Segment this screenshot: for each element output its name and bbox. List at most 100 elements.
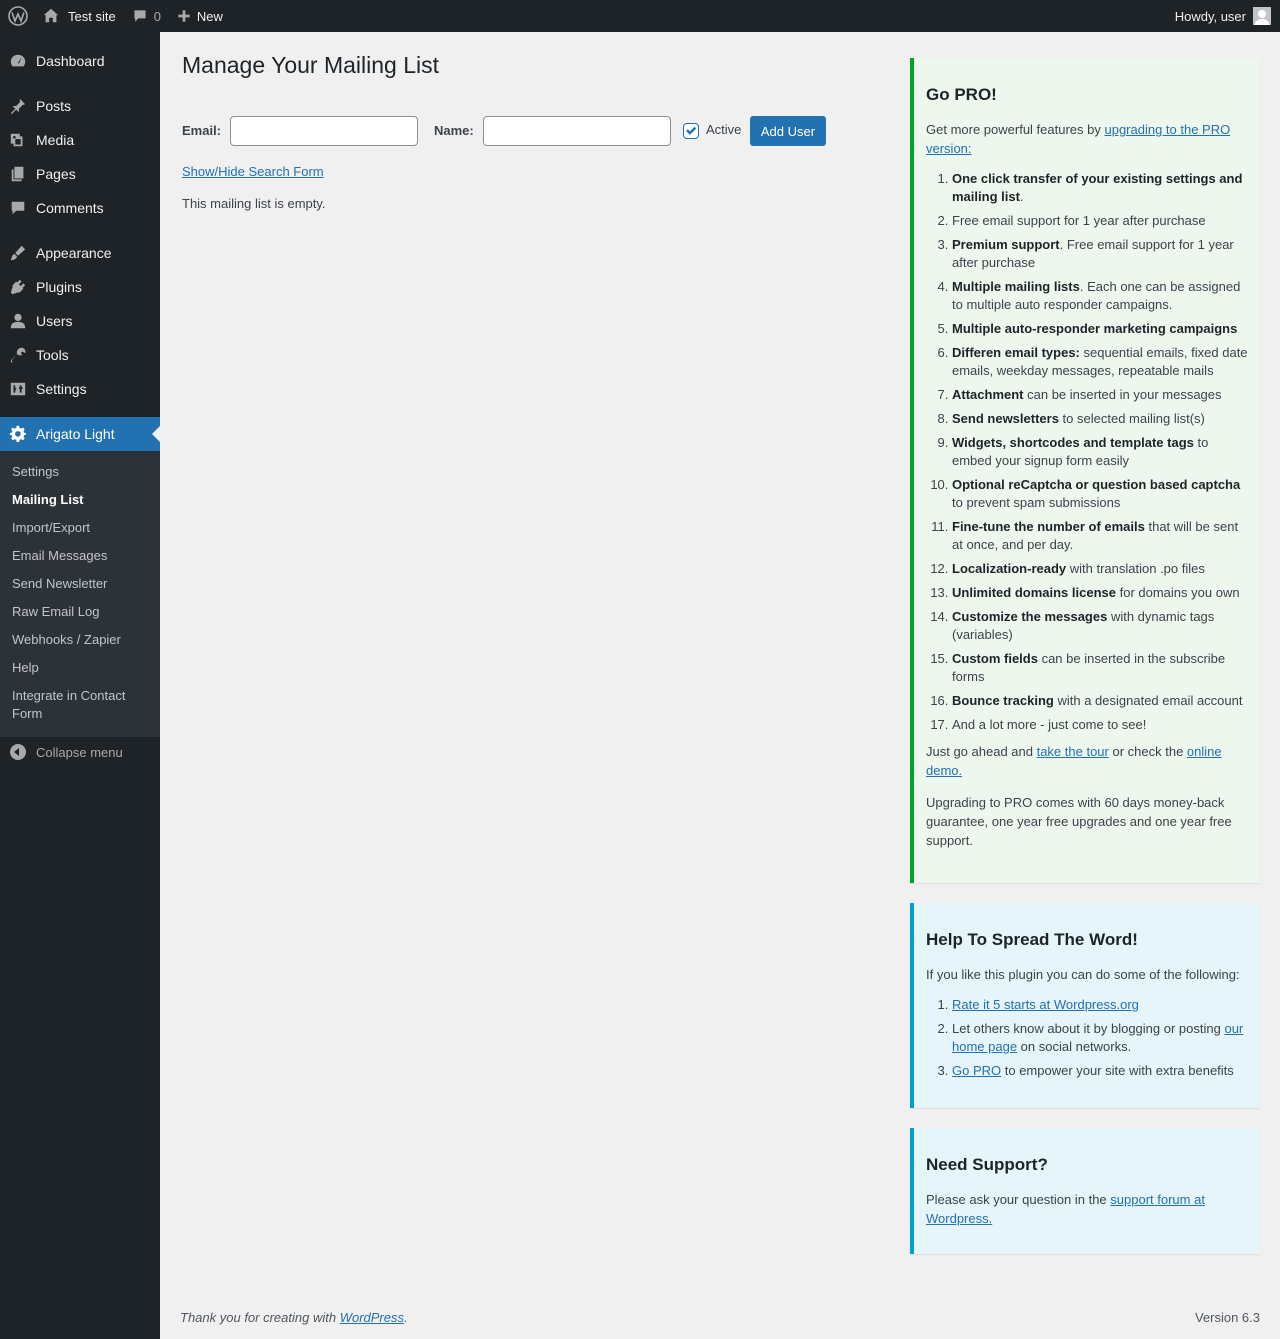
support-box: Need Support? Please ask your question i… — [910, 1128, 1260, 1254]
collapse-menu-label: Collapse menu — [36, 744, 123, 760]
dashboard-icon — [0, 52, 36, 70]
submenu-item-webhooks-zapier[interactable]: Webhooks / Zapier — [12, 631, 152, 649]
menu-item-users[interactable]: Users — [0, 304, 160, 338]
active-label: Active — [706, 122, 742, 137]
list-item: Customize the messages with dynamic tags… — [952, 608, 1248, 644]
wordpress-logo-icon[interactable] — [0, 0, 36, 32]
support-text: Please ask your question in the support … — [926, 1192, 1205, 1226]
name-input[interactable] — [483, 116, 671, 146]
page-title: Manage Your Mailing List — [182, 52, 439, 78]
menu-item-arigato-light[interactable]: Arigato Light — [0, 417, 160, 451]
menu-label: Dashboard — [36, 53, 105, 69]
email-input[interactable] — [230, 116, 418, 146]
tour-paragraph: Just go ahead and take the tour or check… — [926, 744, 1222, 778]
pro-features-list: One click transfer of your existing sett… — [952, 170, 1248, 734]
support-title: Need Support? — [926, 1155, 1048, 1174]
menu-item-comments[interactable]: Comments — [0, 191, 160, 225]
new-content-link[interactable]: New — [169, 0, 231, 32]
checkmark-icon — [686, 126, 697, 135]
list-item: Bounce tracking with a designated email … — [952, 692, 1248, 710]
list-item: One click transfer of your existing sett… — [952, 170, 1248, 206]
name-label: Name: — [434, 123, 474, 138]
avatar — [1253, 7, 1271, 25]
plug-icon — [0, 278, 36, 296]
menu-item-appearance[interactable]: Appearance — [0, 236, 160, 270]
new-label: New — [196, 8, 223, 24]
my-account-link[interactable]: Howdy, user — [1175, 7, 1280, 25]
guarantee-text: Upgrading to PRO comes with 60 days mone… — [926, 795, 1232, 848]
menu-label: Appearance — [36, 245, 112, 261]
brush-icon — [0, 244, 36, 262]
submenu-item-send-newsletter[interactable]: Send Newsletter — [12, 575, 152, 593]
go-pro-box: Go PRO! Get more powerful features by up… — [910, 58, 1260, 883]
list-item: Attachment can be inserted in your messa… — [952, 386, 1248, 404]
howdy-label: Howdy, user — [1174, 8, 1246, 24]
menu-item-dashboard[interactable]: Dashboard — [0, 44, 160, 78]
menu-label: Tools — [36, 347, 69, 363]
submenu-item-settings[interactable]: Settings — [12, 463, 152, 481]
intro-text: Get more powerful features by — [926, 122, 1105, 137]
comment-icon — [134, 10, 146, 22]
comments-link[interactable]: 0 — [124, 0, 169, 32]
site-name-link[interactable]: Test site — [36, 0, 124, 32]
submenu: Settings Mailing List Import/Export Emai… — [0, 451, 160, 737]
menu-label: Arigato Light — [36, 426, 115, 442]
menu-label: Pages — [36, 166, 76, 182]
media-icon — [0, 131, 36, 149]
list-item: Differen email types: sequential emails,… — [952, 344, 1248, 380]
pages-icon — [0, 165, 36, 183]
spread-word-box: Help To Spread The Word! If you like thi… — [910, 903, 1260, 1108]
take-tour-link[interactable]: take the tour — [1037, 744, 1109, 759]
list-item: Go PRO to empower your site with extra b… — [952, 1062, 1248, 1080]
admin-menu: Dashboard Posts Media Pages Comments App… — [0, 32, 160, 1339]
submenu-item-mailing-list[interactable]: Mailing List — [12, 491, 152, 509]
comments-count: 0 — [153, 8, 161, 24]
rate-plugin-link[interactable]: Rate it 5 starts at Wordpress.org — [952, 997, 1139, 1012]
submenu-item-raw-email-log[interactable]: Raw Email Log — [12, 603, 152, 621]
email-label: Email: — [182, 123, 222, 138]
list-item: Localization-ready with translation .po … — [952, 560, 1248, 578]
menu-label: Users — [36, 313, 73, 329]
list-item: Let others know about it by blogging or … — [952, 1020, 1248, 1056]
collapse-menu-button[interactable]: Collapse menu — [0, 738, 160, 766]
list-item: Send newsletters to selected mailing lis… — [952, 410, 1248, 428]
menu-item-pages[interactable]: Pages — [0, 157, 160, 191]
list-item: Premium support. Free email support for … — [952, 236, 1248, 272]
menu-item-posts[interactable]: Posts — [0, 89, 160, 123]
active-checkbox[interactable] — [683, 123, 699, 139]
menu-item-plugins[interactable]: Plugins — [0, 270, 160, 304]
submenu-item-email-messages[interactable]: Email Messages — [12, 547, 152, 565]
submenu-item-import-export[interactable]: Import/Export — [12, 519, 152, 537]
submenu-item-help[interactable]: Help — [12, 659, 152, 677]
wordpress-link[interactable]: WordPress — [340, 1310, 404, 1325]
list-item: Fine-tune the number of emails that will… — [952, 518, 1248, 554]
menu-label: Plugins — [36, 279, 82, 295]
gear-icon — [0, 425, 36, 443]
home-icon — [43, 8, 59, 23]
menu-item-tools[interactable]: Tools — [0, 338, 160, 372]
spread-word-title: Help To Spread The Word! — [926, 930, 1138, 949]
footer-version: Version 6.3 — [1194, 1310, 1260, 1325]
menu-label: Posts — [36, 98, 72, 114]
menu-label: Media — [36, 132, 75, 148]
list-item: Multiple mailing lists. Each one can be … — [952, 278, 1248, 314]
list-item: And a lot more - just come to see! — [952, 716, 1248, 734]
plus-icon — [178, 10, 190, 22]
site-name-label: Test site — [68, 8, 116, 24]
wrench-icon — [0, 346, 36, 364]
empty-list-message: This mailing list is empty. — [182, 196, 326, 211]
go-pro-link[interactable]: Go PRO — [952, 1063, 1001, 1078]
show-hide-search-link[interactable]: Show/Hide Search Form — [182, 164, 324, 179]
list-item: Optional reCaptcha or question based cap… — [952, 476, 1248, 512]
go-pro-title: Go PRO! — [926, 85, 997, 104]
add-user-button[interactable]: Add User — [750, 116, 826, 146]
comment-icon — [0, 199, 36, 217]
submenu-item-integrate-contact-form[interactable]: Integrate in Contact Form — [12, 687, 152, 723]
menu-item-settings[interactable]: Settings — [0, 372, 160, 406]
collapse-arrow-icon — [0, 744, 36, 760]
menu-item-media[interactable]: Media — [0, 123, 160, 157]
list-item: Unlimited domains license for domains yo… — [952, 584, 1248, 602]
footer-thanks: Thank you for creating with WordPress. — [180, 1310, 408, 1325]
user-icon — [0, 312, 36, 330]
spread-word-list: Rate it 5 starts at Wordpress.org Let ot… — [952, 996, 1248, 1080]
